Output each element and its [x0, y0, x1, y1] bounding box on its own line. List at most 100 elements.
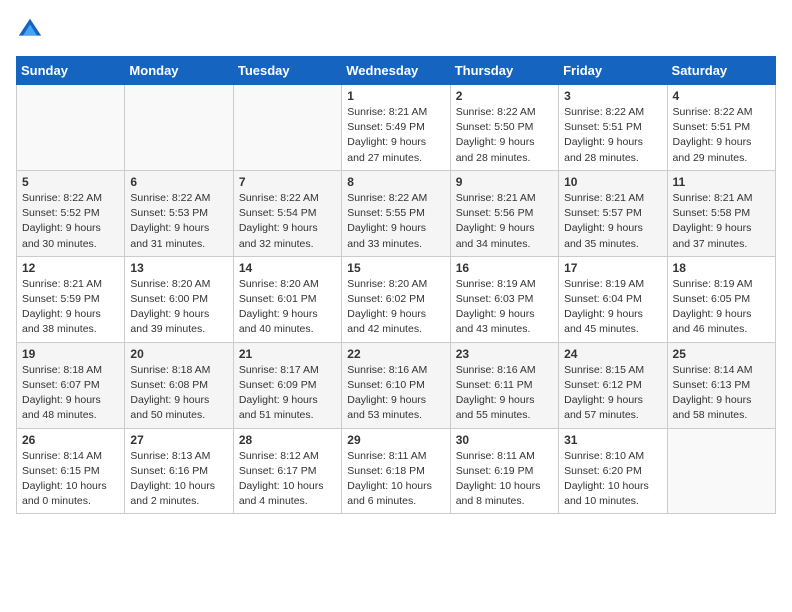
weekday-header: Monday — [125, 57, 233, 85]
cell-content: Sunrise: 8:16 AMSunset: 6:10 PMDaylight:… — [347, 363, 444, 424]
calendar-cell: 13 Sunrise: 8:20 AMSunset: 6:00 PMDayligh… — [125, 256, 233, 342]
day-number: 26 — [22, 433, 119, 447]
day-number: 8 — [347, 175, 444, 189]
day-number: 10 — [564, 175, 661, 189]
calendar-cell: 22 Sunrise: 8:16 AMSunset: 6:10 PMDayligh… — [342, 342, 450, 428]
day-number: 3 — [564, 89, 661, 103]
weekday-header: Sunday — [17, 57, 125, 85]
day-number: 18 — [673, 261, 770, 275]
logo — [16, 16, 48, 44]
calendar-cell — [17, 85, 125, 171]
calendar-cell: 23Sunrise: 8:16 AMSunset: 6:11 PMDayligh… — [450, 342, 558, 428]
cell-content: Sunrise: 8:19 AMSunset: 6:05 PMDaylight:… — [673, 277, 770, 338]
calendar-cell — [667, 428, 775, 514]
cell-content: Sunrise: 8:21 AMSunset: 5:49 PMDaylight:… — [347, 105, 444, 166]
calendar-week-row: 12 Sunrise: 8:21 AMSunset: 5:59 PMDayligh… — [17, 256, 776, 342]
cell-content: Sunrise: 8:22 AMSunset: 5:53 PMDaylight:… — [130, 191, 227, 252]
day-number: 21 — [239, 347, 336, 361]
calendar-cell: 28Sunrise: 8:12 AMSunset: 6:17 PMDayligh… — [233, 428, 341, 514]
calendar-cell: 14Sunrise: 8:20 AMSunset: 6:01 PMDayligh… — [233, 256, 341, 342]
cell-content: Sunrise: 8:20 AMSunset: 6:01 PMDaylight:… — [239, 277, 336, 338]
calendar-cell: 16 Sunrise: 8:19 AMSunset: 6:03 PMDayligh… — [450, 256, 558, 342]
calendar-week-row: 19 Sunrise: 8:18 AMSunset: 6:07 PMDayligh… — [17, 342, 776, 428]
calendar-week-row: 26 Sunrise: 8:14 AMSunset: 6:15 PMDayligh… — [17, 428, 776, 514]
cell-content: Sunrise: 8:22 AMSunset: 5:51 PMDaylight:… — [564, 105, 661, 166]
cell-content: Sunrise: 8:22 AMSunset: 5:51 PMDaylight:… — [673, 105, 770, 166]
calendar-cell: 3 Sunrise: 8:22 AMSunset: 5:51 PMDaylight… — [559, 85, 667, 171]
cell-content: Sunrise: 8:20 AMSunset: 6:02 PMDaylight:… — [347, 277, 444, 338]
cell-content: Sunrise: 8:22 AMSunset: 5:54 PMDaylight:… — [239, 191, 336, 252]
calendar-cell: 31 Sunrise: 8:10 AMSunset: 6:20 PMDayligh… — [559, 428, 667, 514]
calendar-cell: 30 Sunrise: 8:11 AMSunset: 6:19 PMDayligh… — [450, 428, 558, 514]
day-number: 7 — [239, 175, 336, 189]
day-number: 28 — [239, 433, 336, 447]
day-number: 9 — [456, 175, 553, 189]
calendar-cell: 29Sunrise: 8:11 AMSunset: 6:18 PMDayligh… — [342, 428, 450, 514]
day-number: 31 — [564, 433, 661, 447]
calendar-cell: 6 Sunrise: 8:22 AMSunset: 5:53 PMDaylight… — [125, 170, 233, 256]
calendar-cell: 15 Sunrise: 8:20 AMSunset: 6:02 PMDayligh… — [342, 256, 450, 342]
day-number: 19 — [22, 347, 119, 361]
calendar-cell: 2Sunrise: 8:22 AMSunset: 5:50 PMDaylight… — [450, 85, 558, 171]
day-number: 22 — [347, 347, 444, 361]
cell-content: Sunrise: 8:14 AMSunset: 6:13 PMDaylight:… — [673, 363, 770, 424]
calendar-cell: 12 Sunrise: 8:21 AMSunset: 5:59 PMDayligh… — [17, 256, 125, 342]
cell-content: Sunrise: 8:17 AMSunset: 6:09 PMDaylight:… — [239, 363, 336, 424]
cell-content: Sunrise: 8:21 AMSunset: 5:57 PMDaylight:… — [564, 191, 661, 252]
cell-content: Sunrise: 8:11 AMSunset: 6:18 PMDaylight:… — [347, 449, 444, 510]
page-header — [16, 16, 776, 44]
cell-content: Sunrise: 8:11 AMSunset: 6:19 PMDaylight:… — [456, 449, 553, 510]
calendar-cell: 21 Sunrise: 8:17 AMSunset: 6:09 PMDayligh… — [233, 342, 341, 428]
day-number: 11 — [673, 175, 770, 189]
day-number: 16 — [456, 261, 553, 275]
calendar-cell: 4 Sunrise: 8:22 AMSunset: 5:51 PMDaylight… — [667, 85, 775, 171]
calendar-cell: 26 Sunrise: 8:14 AMSunset: 6:15 PMDayligh… — [17, 428, 125, 514]
day-number: 13 — [130, 261, 227, 275]
cell-content: Sunrise: 8:22 AMSunset: 5:55 PMDaylight:… — [347, 191, 444, 252]
day-number: 5 — [22, 175, 119, 189]
day-number: 20 — [130, 347, 227, 361]
day-number: 17 — [564, 261, 661, 275]
weekday-header: Saturday — [667, 57, 775, 85]
calendar-cell: 1 Sunrise: 8:21 AMSunset: 5:49 PMDaylight… — [342, 85, 450, 171]
weekday-header: Wednesday — [342, 57, 450, 85]
cell-content: Sunrise: 8:18 AMSunset: 6:07 PMDaylight:… — [22, 363, 119, 424]
calendar-cell: 10 Sunrise: 8:21 AMSunset: 5:57 PMDayligh… — [559, 170, 667, 256]
day-number: 15 — [347, 261, 444, 275]
day-number: 24 — [564, 347, 661, 361]
cell-content: Sunrise: 8:10 AMSunset: 6:20 PMDaylight:… — [564, 449, 661, 510]
cell-content: Sunrise: 8:19 AMSunset: 6:03 PMDaylight:… — [456, 277, 553, 338]
day-number: 30 — [456, 433, 553, 447]
day-number: 12 — [22, 261, 119, 275]
calendar-cell: 7 Sunrise: 8:22 AMSunset: 5:54 PMDaylight… — [233, 170, 341, 256]
cell-content: Sunrise: 8:21 AMSunset: 5:58 PMDaylight:… — [673, 191, 770, 252]
logo-icon — [16, 16, 44, 44]
day-number: 27 — [130, 433, 227, 447]
day-number: 6 — [130, 175, 227, 189]
calendar-week-row: 5 Sunrise: 8:22 AMSunset: 5:52 PMDaylight… — [17, 170, 776, 256]
calendar-cell: 20Sunrise: 8:18 AMSunset: 6:08 PMDayligh… — [125, 342, 233, 428]
calendar-table: SundayMondayTuesdayWednesdayThursdayFrid… — [16, 56, 776, 514]
cell-content: Sunrise: 8:20 AMSunset: 6:00 PMDaylight:… — [130, 277, 227, 338]
cell-content: Sunrise: 8:21 AMSunset: 5:59 PMDaylight:… — [22, 277, 119, 338]
calendar-cell — [233, 85, 341, 171]
calendar-cell: 19 Sunrise: 8:18 AMSunset: 6:07 PMDayligh… — [17, 342, 125, 428]
calendar-week-row: 1 Sunrise: 8:21 AMSunset: 5:49 PMDaylight… — [17, 85, 776, 171]
calendar-cell: 8 Sunrise: 8:22 AMSunset: 5:55 PMDaylight… — [342, 170, 450, 256]
weekday-header: Friday — [559, 57, 667, 85]
cell-content: Sunrise: 8:14 AMSunset: 6:15 PMDaylight:… — [22, 449, 119, 510]
calendar-cell: 17 Sunrise: 8:19 AMSunset: 6:04 PMDayligh… — [559, 256, 667, 342]
weekday-header: Tuesday — [233, 57, 341, 85]
cell-content: Sunrise: 8:19 AMSunset: 6:04 PMDaylight:… — [564, 277, 661, 338]
cell-content: Sunrise: 8:22 AMSunset: 5:52 PMDaylight:… — [22, 191, 119, 252]
cell-content: Sunrise: 8:15 AMSunset: 6:12 PMDaylight:… — [564, 363, 661, 424]
calendar-cell: 25Sunrise: 8:14 AMSunset: 6:13 PMDayligh… — [667, 342, 775, 428]
weekday-header: Thursday — [450, 57, 558, 85]
day-number: 1 — [347, 89, 444, 103]
calendar-cell: 27Sunrise: 8:13 AMSunset: 6:16 PMDayligh… — [125, 428, 233, 514]
cell-content: Sunrise: 8:22 AMSunset: 5:50 PMDaylight:… — [456, 105, 553, 166]
cell-content: Sunrise: 8:21 AMSunset: 5:56 PMDaylight:… — [456, 191, 553, 252]
calendar-cell: 18 Sunrise: 8:19 AMSunset: 6:05 PMDayligh… — [667, 256, 775, 342]
day-number: 4 — [673, 89, 770, 103]
cell-content: Sunrise: 8:16 AMSunset: 6:11 PMDaylight:… — [456, 363, 553, 424]
